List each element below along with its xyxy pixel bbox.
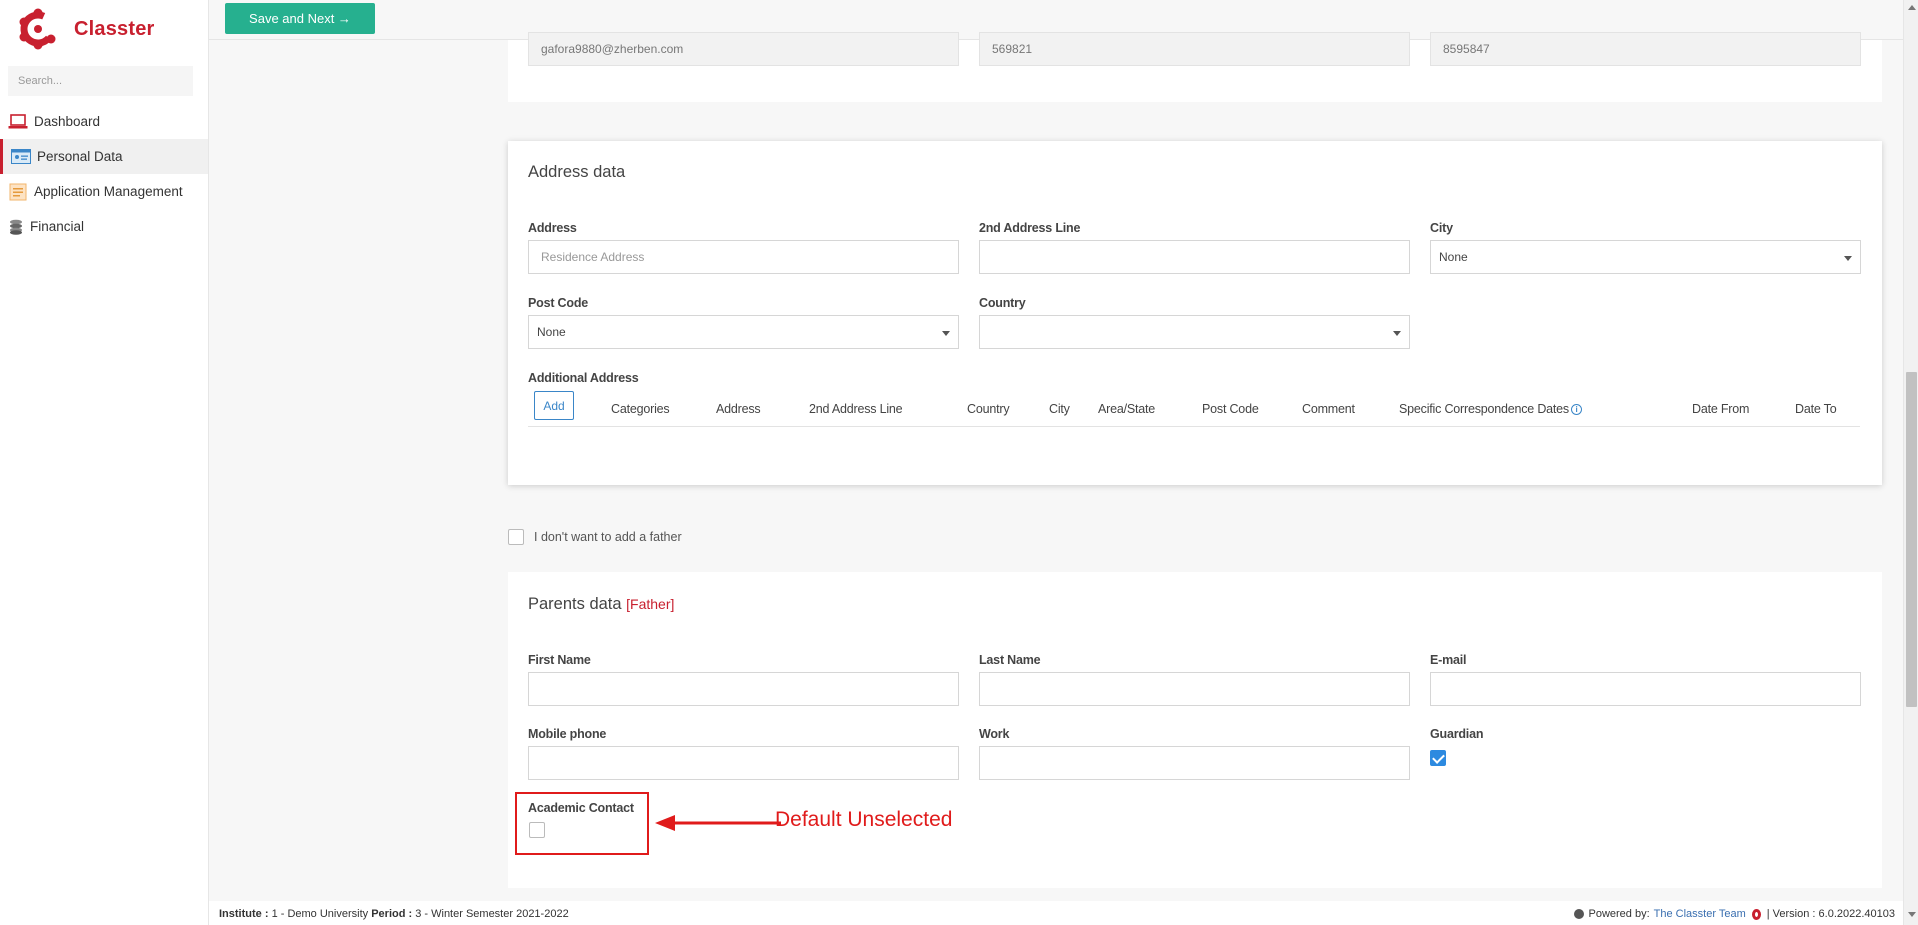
page-scrollbar[interactable] <box>1903 0 1918 925</box>
chevron-down-icon <box>1393 331 1401 336</box>
sidebar-item-label: Financial <box>30 219 85 234</box>
column-header-specific-dates[interactable]: Specific Correspondence Dates i <box>1399 402 1582 416</box>
additional-address-table-header: Add Categories Address 2nd Address Line … <box>528 389 1860 427</box>
email-field[interactable]: gafora9880@zherben.com <box>528 32 959 66</box>
guardian-checkbox[interactable] <box>1430 750 1446 766</box>
no-father-checkbox[interactable] <box>508 529 524 545</box>
app-logo[interactable]: Classter <box>18 8 155 50</box>
column-header[interactable]: Date To <box>1795 402 1837 416</box>
address-card: Address data Address Residence Address 2… <box>508 141 1882 485</box>
column-header[interactable]: Country <box>967 402 1010 416</box>
sidebar: Classter Dashboard Personal Data Applica… <box>0 0 209 925</box>
chevron-down-icon <box>942 331 950 336</box>
annotation-arrow-icon <box>655 815 781 831</box>
sidebar-item-application-management[interactable]: Application Management <box>0 174 208 209</box>
scroll-up-icon[interactable] <box>1908 5 1916 10</box>
sidebar-item-label: Application Management <box>34 184 183 199</box>
coins-icon <box>8 218 24 236</box>
version-label: | Version : 6.0.2022.40103 <box>1766 908 1895 920</box>
document-icon <box>8 183 28 201</box>
first-name-input[interactable] <box>528 672 959 706</box>
sidebar-item-label: Dashboard <box>34 114 101 129</box>
column-header[interactable]: City <box>1049 402 1070 416</box>
email-label: E-mail <box>1430 653 1467 667</box>
period-value: 3 - Winter Semester 2021-2022 <box>415 908 569 920</box>
scroll-thumb[interactable] <box>1906 372 1917 707</box>
annotation-highlight-box <box>515 792 649 855</box>
last-name-input[interactable] <box>979 672 1410 706</box>
footer-context: Institute : 1 - Demo University Period :… <box>219 908 569 920</box>
phone2-value: 8595847 <box>1443 42 1490 56</box>
chevron-down-icon <box>1844 256 1852 261</box>
info-icon[interactable]: i <box>1571 404 1582 415</box>
parents-section-title: Parents data [Father] <box>528 595 674 614</box>
column-header[interactable]: 2nd Address Line <box>809 402 903 416</box>
save-and-next-button[interactable]: Save and Next → <box>225 3 375 34</box>
no-father-label: I don't want to add a father <box>534 530 682 544</box>
country-select[interactable] <box>979 315 1410 349</box>
annotation-label: Default Unselected <box>775 808 953 831</box>
id-card-icon <box>11 148 31 166</box>
city-value: None <box>1439 250 1468 264</box>
parent-type-tag: [Father] <box>626 596 675 612</box>
scroll-down-icon[interactable] <box>1908 912 1916 917</box>
address-section-title: Address data <box>528 163 626 181</box>
phone2-field[interactable]: 8595847 <box>1430 32 1861 66</box>
mobile-phone-input[interactable] <box>528 746 959 780</box>
address-line2-input[interactable] <box>979 240 1410 274</box>
column-header[interactable]: Area/State <box>1098 402 1155 416</box>
add-address-button[interactable]: Add <box>534 391 574 420</box>
institute-value: 1 - Demo University <box>271 908 369 920</box>
post-code-select[interactable]: None <box>528 315 959 349</box>
sidebar-item-dashboard[interactable]: Dashboard <box>0 104 208 139</box>
work-phone-input[interactable] <box>979 746 1410 780</box>
work-label: Work <box>979 727 1010 741</box>
post-code-label: Post Code <box>528 296 589 310</box>
powered-by-icon <box>1574 909 1585 919</box>
address-placeholder: Residence Address <box>541 250 645 264</box>
email-value: gafora9880@zherben.com <box>541 42 684 56</box>
phone-field[interactable]: 569821 <box>979 32 1410 66</box>
country-label: Country <box>979 296 1026 310</box>
period-label: Period : <box>371 908 413 920</box>
parent-email-input[interactable] <box>1430 672 1861 706</box>
city-label: City <box>1430 221 1453 235</box>
app-name: Classter <box>74 17 155 40</box>
sidebar-item-label: Personal Data <box>37 149 123 164</box>
last-name-label: Last Name <box>979 653 1041 667</box>
mobile-phone-label: Mobile phone <box>528 727 607 741</box>
guardian-label: Guardian <box>1430 727 1484 741</box>
sidebar-item-financial[interactable]: Financial <box>0 209 208 244</box>
classter-logo-icon <box>18 8 58 50</box>
address-label: Address <box>528 221 577 235</box>
first-name-label: First Name <box>528 653 591 667</box>
laptop-icon <box>8 113 28 131</box>
column-header[interactable]: Date From <box>1692 402 1749 416</box>
city-select[interactable]: None <box>1430 240 1861 274</box>
additional-address-label: Additional Address <box>528 371 639 385</box>
column-header[interactable]: Comment <box>1302 402 1355 416</box>
parents-title: Parents data <box>528 595 622 613</box>
sidebar-search-input[interactable] <box>8 66 193 96</box>
post-code-value: None <box>537 325 566 339</box>
column-header-label: Specific Correspondence Dates <box>1399 402 1569 416</box>
contact-card: gafora9880@zherben.com 569821 8595847 <box>508 32 1882 102</box>
column-header[interactable]: Post Code <box>1202 402 1259 416</box>
classter-mini-logo-icon <box>1751 908 1761 920</box>
address-line2-label: 2nd Address Line <box>979 221 1081 235</box>
parents-card: Parents data [Father] First Name Last Na… <box>508 572 1882 888</box>
phone-value: 569821 <box>992 42 1033 56</box>
classter-team-link[interactable]: The Classter Team <box>1654 908 1746 920</box>
address-input[interactable]: Residence Address <box>528 240 959 274</box>
powered-by-label: Powered by: <box>1588 908 1650 920</box>
sidebar-nav: Dashboard Personal Data Application Mana… <box>0 104 208 244</box>
column-header[interactable]: Address <box>716 402 761 416</box>
sidebar-item-personal-data[interactable]: Personal Data <box>0 139 208 174</box>
institute-label: Institute : <box>219 908 269 920</box>
main-content: gafora9880@zherben.com 569821 8595847 Ad… <box>209 32 1898 900</box>
footer-credits: Powered by: The Classter Team | Version … <box>1574 908 1895 920</box>
column-header[interactable]: Categories <box>611 402 670 416</box>
footer: Institute : 1 - Demo University Period :… <box>209 901 1903 925</box>
